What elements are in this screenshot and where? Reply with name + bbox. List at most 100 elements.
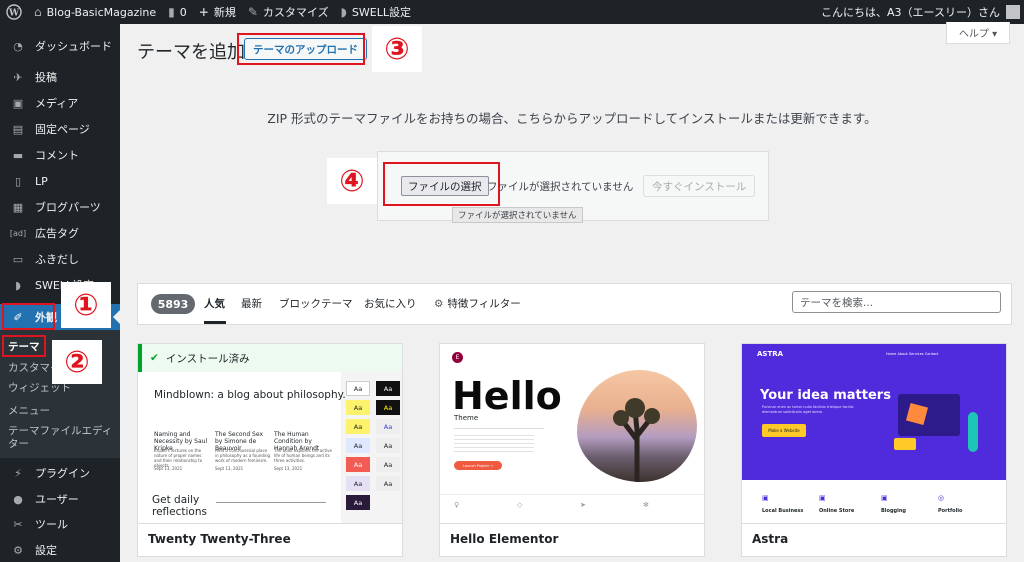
preview-headline: Mindblown: a blog about philosophy.: [154, 389, 346, 401]
comment-icon: ▬: [12, 148, 24, 162]
install-now-button[interactable]: 今すぐインストール: [643, 175, 756, 197]
preview-nav: Home About Services Contact: [886, 352, 939, 356]
store-icon: ▣: [762, 494, 769, 502]
sidebar-item-users[interactable]: ● ユーザー: [0, 486, 120, 512]
sidebar-item-label: ブログパーツ: [35, 201, 101, 214]
annotation-box-appearance: [2, 303, 55, 330]
wordpress-icon: W: [6, 4, 22, 20]
tab-block-themes[interactable]: ブロックテーマ: [279, 296, 353, 311]
submenu-menus[interactable]: メニュー: [8, 403, 50, 418]
no-file-selected-label: ファイルが選択されていません: [487, 181, 634, 193]
feature-label: Portfolio: [938, 508, 963, 514]
plus-icon: +: [198, 5, 209, 19]
preview-illustration-element: [894, 438, 916, 450]
preview-illustration-person: [968, 412, 978, 452]
theme-card-twenty-twenty-three[interactable]: ✔ インストール済み Mindblown: a blog about philo…: [137, 343, 403, 557]
footer-line: reflections: [152, 506, 207, 518]
user-icon: ●: [13, 492, 23, 506]
sidebar-item-settings[interactable]: ⚙ 設定: [0, 537, 120, 562]
sidebar-item-pages[interactable]: ▤ 固定ページ: [0, 116, 120, 142]
submenu-theme-editor-line1: テーマファイルエディ: [8, 425, 113, 437]
style-swatch: Aa: [376, 476, 400, 491]
admin-bar: W ⌂ Blog-BasicMagazine ▮ 0 + 新規 ✎ カスタマイズ…: [0, 0, 1024, 24]
theme-search-input[interactable]: テーマを検索...: [792, 291, 1001, 313]
customize-link[interactable]: ✎ カスタマイズ: [242, 0, 335, 24]
theme-count-badge: 5893: [151, 294, 195, 314]
preview-subtitle: Theme: [454, 414, 479, 422]
style-swatch: Aa: [346, 476, 370, 491]
tab-latest[interactable]: 最新: [241, 296, 262, 311]
swatch-label: Aa: [353, 384, 363, 393]
sidebar-item-comments[interactable]: ▬ コメント: [0, 142, 120, 168]
swatch-label: Aa: [383, 384, 393, 393]
swatch-label: Aa: [353, 460, 363, 469]
sidebar-item-plugins[interactable]: ⚡ プラグイン: [0, 460, 120, 486]
avatar: [1006, 5, 1020, 19]
plugin-icon: ⚡: [14, 466, 22, 480]
balloon-icon: ▭: [12, 252, 24, 266]
blog-parts-icon: ▦: [12, 200, 24, 214]
sidebar-item-posts[interactable]: ✈ 投稿: [0, 64, 120, 90]
theme-card-hello-elementor[interactable]: E Hello Theme Launch Project → ♀ ◇ ➤ ✻ H…: [439, 343, 705, 557]
sidebar-item-label: メディア: [35, 97, 79, 110]
sidebar-item-media[interactable]: ▣ メディア: [0, 90, 120, 116]
annotation-box-choose-file: [383, 162, 500, 206]
bulb-icon: ♀: [454, 501, 460, 509]
page-title: テーマを追加: [137, 42, 245, 63]
sidebar-item-label: ふきだし: [35, 253, 79, 266]
sidebar-item-tools[interactable]: ✂ ツール: [0, 511, 120, 537]
feature-filter-button[interactable]: ⚙ 特徴フィルター: [434, 296, 521, 311]
elementor-logo-icon: E: [452, 352, 463, 363]
swell-settings-link[interactable]: ◗ SWELL設定: [335, 0, 417, 24]
sidebar-item-blog-parts[interactable]: ▦ ブログパーツ: [0, 194, 120, 220]
gear-icon: ⚙: [434, 298, 444, 310]
check-icon: ✔: [150, 352, 159, 364]
media-icon: ▣: [12, 96, 24, 110]
theme-name: Astra: [752, 532, 789, 546]
preview-image: [577, 370, 697, 482]
sidebar-item-lp[interactable]: ▯ LP: [0, 168, 120, 194]
theme-card-astra[interactable]: ASTRA Home About Services Contact Your i…: [741, 343, 1007, 557]
swatch-label: Aa: [383, 479, 393, 488]
comments-link[interactable]: ▮ 0: [162, 0, 193, 24]
site-name-link[interactable]: ⌂ Blog-BasicMagazine: [28, 0, 162, 24]
style-swatch: Aa: [376, 457, 400, 472]
site-name-label: Blog-BasicMagazine: [46, 5, 157, 19]
customize-label: カスタマイズ: [262, 6, 329, 19]
preview-cta-label: Make a Website: [768, 428, 800, 433]
swatch-label: Aa: [383, 403, 393, 412]
page-icon: ▤: [12, 122, 24, 136]
post-date: Sept 13, 2021: [215, 466, 244, 471]
theme-screenshot: ✔ インストール済み Mindblown: a blog about philo…: [138, 344, 402, 523]
sidebar-item-ad-tag[interactable]: [ad] 広告タグ: [0, 220, 120, 246]
sidebar-item-label: 固定ページ: [35, 123, 90, 136]
tab-popular[interactable]: 人気: [204, 296, 225, 311]
wordpress-logo-button[interactable]: W: [0, 0, 28, 24]
help-tab-button[interactable]: ヘルプ ▾: [946, 22, 1010, 44]
annotation-marker-1: ①: [61, 282, 111, 328]
submenu-theme-editor[interactable]: テーマファイルエディ ター: [8, 425, 112, 451]
tab-favorites[interactable]: お気に入り: [364, 296, 417, 311]
annotation-box-upload: [237, 33, 365, 65]
account-menu[interactable]: こんにちは、A3（エースリー）さん: [821, 0, 1020, 24]
swatch-label: Aa: [353, 479, 363, 488]
preview-text: Pulvinar enim ac tortor nulla facilisis …: [762, 405, 854, 414]
sidebar-item-label: プラグイン: [35, 467, 90, 480]
swatch-label: Aa: [383, 460, 393, 469]
diamond-icon: ◇: [517, 501, 523, 509]
home-icon: ⌂: [34, 5, 42, 19]
style-swatch: Aa: [376, 438, 400, 453]
preview-text-lines: [454, 432, 534, 452]
new-content-link[interactable]: + 新規: [193, 0, 242, 24]
sidebar-item-label: ツール: [35, 518, 68, 531]
sidebar-item-balloon[interactable]: ▭ ふきだし: [0, 246, 120, 272]
sidebar-item-dashboard[interactable]: ◔ ダッシュボード: [0, 33, 120, 59]
send-icon: ➤: [580, 501, 586, 509]
snowflake-icon: ✻: [643, 501, 649, 509]
divider: [216, 502, 326, 503]
svg-text:W: W: [8, 9, 20, 19]
sidebar-item-label: 設定: [35, 544, 57, 557]
dashboard-icon: ◔: [13, 39, 23, 53]
preview-cta: Make a Website: [762, 424, 806, 437]
post-excerpt: The book explores the active life of hum…: [274, 448, 332, 463]
